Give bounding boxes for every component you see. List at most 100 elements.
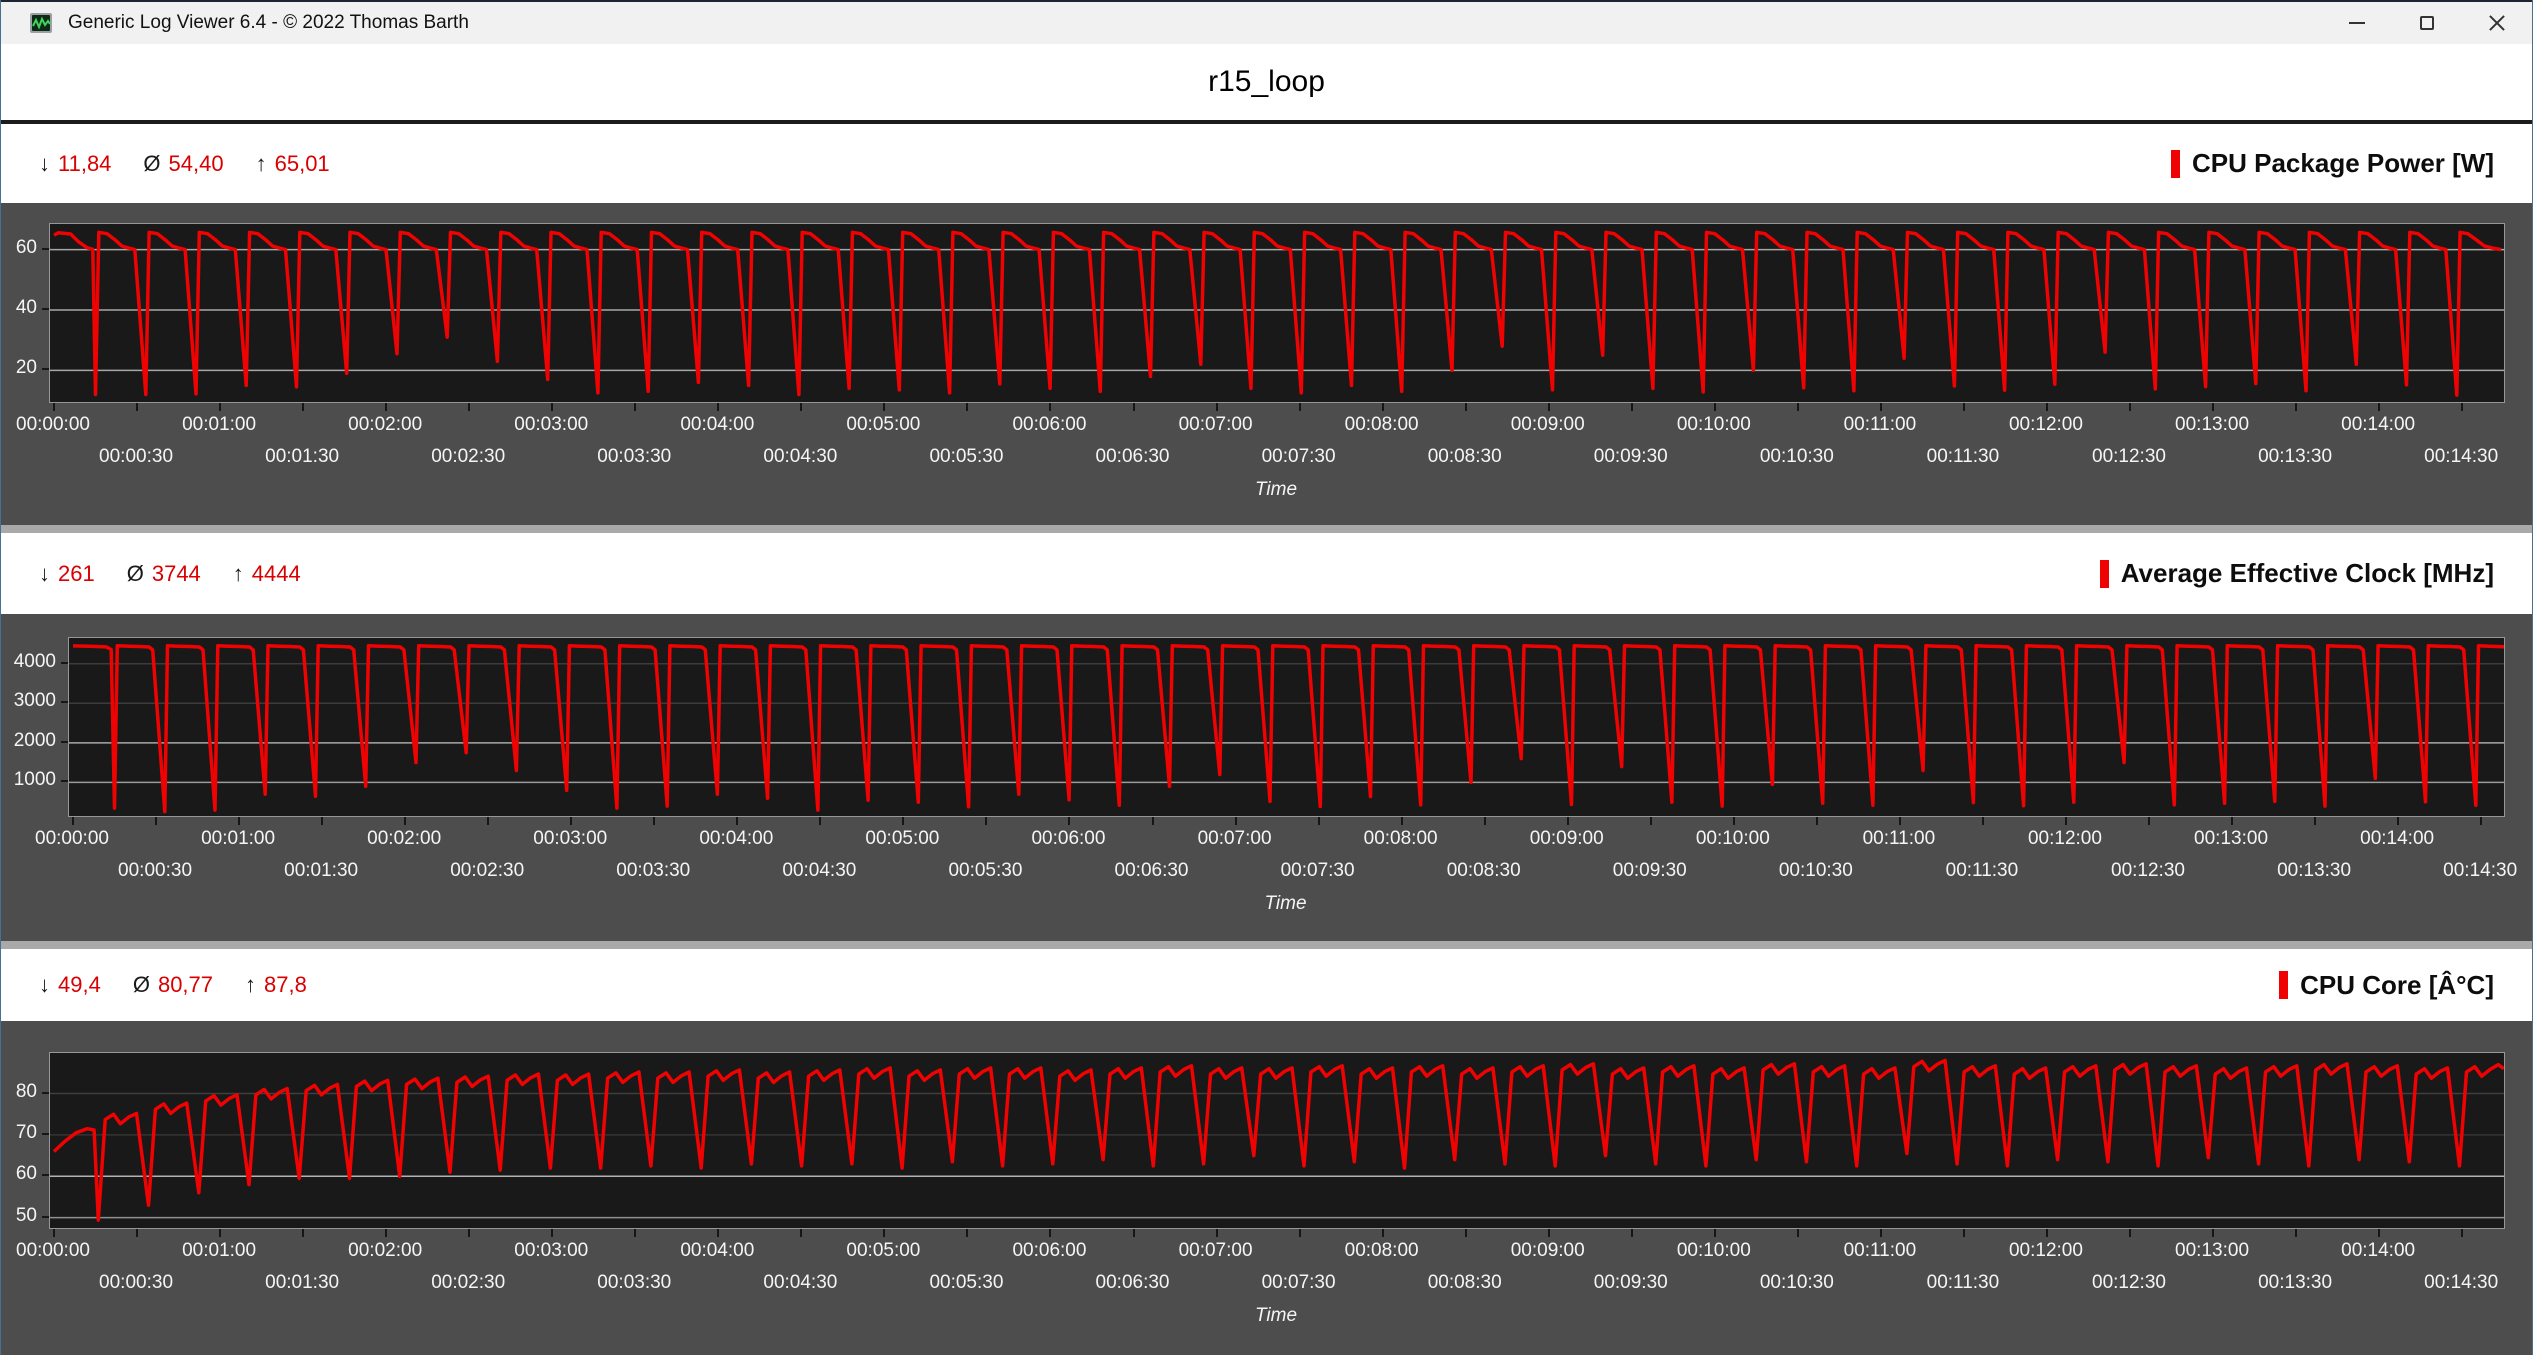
x-axis-tickmark	[966, 403, 968, 411]
x-axis-title: Time	[1264, 893, 1306, 915]
x-axis-label: 00:11:00	[1844, 414, 1917, 436]
x-axis-label: 00:08:30	[1428, 1272, 1502, 1294]
x-axis-label: 00:12:00	[2009, 414, 2083, 436]
x-axis-label: 00:01:00	[201, 828, 275, 850]
x-axis-tickmark	[2295, 1229, 2297, 1237]
avg-icon: Ø	[133, 972, 150, 998]
legend-temp: CPU Core [Â°C]	[2279, 970, 2494, 1001]
x-axis-label: 00:05:30	[948, 860, 1022, 882]
x-axis-label: 00:04:30	[763, 1272, 837, 1294]
x-axis-tickmark	[2378, 403, 2380, 411]
stats-power: ↓ 11,84 Ø 54,40 ↑ 65,01	[39, 151, 330, 177]
y-axis-tick-label: 4000	[1, 651, 56, 673]
series-line	[54, 1060, 2504, 1220]
x-axis-tickmark	[653, 817, 655, 825]
x-axis-label: 00:00:00	[16, 414, 90, 436]
x-axis-label: 00:11:00	[1844, 1240, 1917, 1262]
y-axis-tickmark	[42, 1133, 49, 1135]
x-axis-tickmark	[1235, 817, 1237, 825]
x-axis-tickmark	[2378, 1229, 2380, 1237]
x-axis-label: 00:00:00	[35, 828, 109, 850]
maximize-button[interactable]	[2392, 2, 2462, 44]
x-axis-tickmark	[487, 817, 489, 825]
x-axis-tickmark	[1548, 403, 1550, 411]
x-axis-label: 00:10:00	[1677, 1240, 1751, 1262]
x-axis-tickmark	[1068, 817, 1070, 825]
x-axis-label: 00:06:00	[1031, 828, 1105, 850]
x-axis-label: 00:01:00	[182, 414, 256, 436]
y-axis-tickmark	[42, 248, 49, 250]
x-axis-tickmark	[1982, 817, 1984, 825]
x-axis-tickmark	[1049, 1229, 1051, 1237]
min-value: 49,4	[58, 972, 101, 998]
y-axis-tickmark	[42, 1092, 49, 1094]
x-axis-label: 00:05:00	[846, 414, 920, 436]
section-separator	[1, 525, 2532, 533]
x-axis-label: 00:07:00	[1179, 414, 1253, 436]
x-axis-tickmark	[2212, 1229, 2214, 1237]
chart-plot-area[interactable]	[49, 223, 2505, 403]
x-axis-tickmark	[2314, 817, 2316, 825]
x-axis-tickmark	[1899, 817, 1901, 825]
stat-min: ↓ 49,4	[39, 972, 101, 998]
x-axis-label: 00:10:30	[1779, 860, 1853, 882]
stat-avg: Ø 3744	[127, 561, 201, 587]
x-axis-tickmark	[1567, 817, 1569, 825]
stats-clock: ↓ 261 Ø 3744 ↑ 4444	[39, 561, 301, 587]
x-axis-label: 00:00:30	[118, 860, 192, 882]
x-axis-label: 00:06:00	[1012, 1240, 1086, 1262]
x-axis-tickmark	[2461, 403, 2463, 411]
chart-svg	[69, 638, 2504, 816]
x-axis-label: 00:06:00	[1012, 414, 1086, 436]
x-axis-label: 00:14:00	[2360, 828, 2434, 850]
x-axis-tickmark	[1382, 1229, 1384, 1237]
min-value: 11,84	[58, 151, 111, 177]
x-axis-label: 00:03:30	[597, 446, 671, 468]
x-axis-label: 00:05:30	[929, 1272, 1003, 1294]
x-axis-label: 00:10:00	[1677, 414, 1751, 436]
maximize-icon	[2420, 16, 2434, 30]
y-axis-tick-label: 70	[1, 1122, 37, 1144]
x-axis-tickmark	[219, 403, 221, 411]
y-axis-tickmark	[42, 308, 49, 310]
x-axis-tickmark	[1797, 1229, 1799, 1237]
chart-panel-clock: 100020003000400000:00:0000:01:0000:02:00…	[1, 614, 2532, 941]
min-arrow-icon: ↓	[39, 972, 50, 998]
titlebar: Generic Log Viewer 6.4 - © 2022 Thomas B…	[1, 0, 2532, 44]
chart-plot-area[interactable]	[49, 1052, 2505, 1229]
x-axis-tickmark	[2046, 403, 2048, 411]
x-axis-label: 00:11:30	[1927, 1272, 2000, 1294]
stat-min: ↓ 11,84	[39, 151, 111, 177]
chart-section-cpu-core-temp: ↓ 49,4 Ø 80,77 ↑ 87,8 CPU Core [Â°C] 506…	[1, 949, 2532, 1355]
x-axis-tickmark	[155, 817, 157, 825]
legend-label: CPU Core [Â°C]	[2300, 970, 2494, 1001]
x-axis-label: 00:03:30	[597, 1272, 671, 1294]
stat-avg: Ø 80,77	[133, 972, 213, 998]
minimize-button[interactable]	[2322, 2, 2392, 44]
x-axis-label: 00:10:30	[1760, 446, 1834, 468]
x-axis-label: 00:12:30	[2092, 1272, 2166, 1294]
x-axis-tickmark	[634, 1229, 636, 1237]
max-arrow-icon: ↑	[256, 151, 267, 177]
chart-plot-area[interactable]	[68, 637, 2505, 817]
y-axis-tick-label: 60	[1, 237, 37, 259]
y-axis-tickmark	[42, 368, 49, 370]
avg-value: 3744	[152, 561, 201, 587]
x-axis-label: 00:07:00	[1179, 1240, 1253, 1262]
x-axis-tickmark	[2397, 817, 2399, 825]
max-value: 65,01	[275, 151, 330, 177]
x-axis-tickmark	[136, 1229, 138, 1237]
window-title: Generic Log Viewer 6.4 - © 2022 Thomas B…	[68, 12, 469, 34]
x-axis-tickmark	[2231, 817, 2233, 825]
x-axis-label: 00:08:30	[1428, 446, 1502, 468]
y-axis-tickmark	[61, 780, 68, 782]
x-axis-label: 00:02:00	[348, 1240, 422, 1262]
series-color-bar-icon	[2100, 560, 2109, 588]
stat-max: ↑ 87,8	[245, 972, 307, 998]
x-axis-tickmark	[302, 1229, 304, 1237]
close-button[interactable]	[2462, 2, 2532, 44]
x-axis-tickmark	[2295, 403, 2297, 411]
x-axis-label: 00:04:30	[763, 446, 837, 468]
x-axis-label: 00:07:00	[1198, 828, 1272, 850]
x-axis-tickmark	[736, 817, 738, 825]
